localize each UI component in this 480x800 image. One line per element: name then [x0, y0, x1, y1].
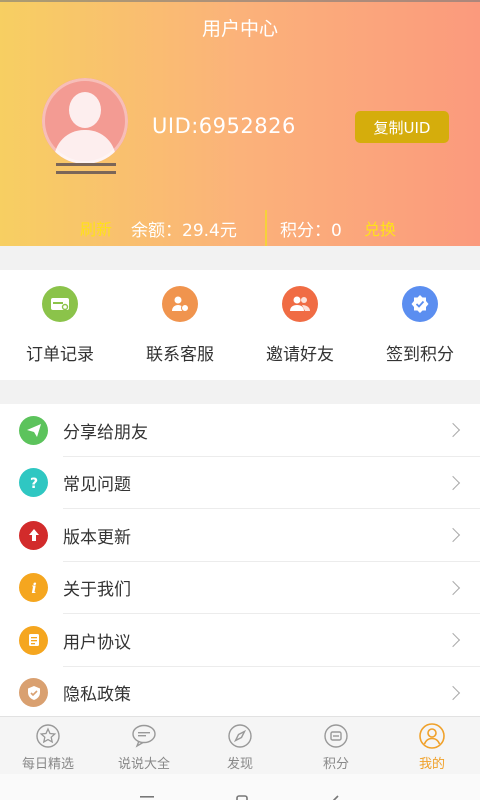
order-record-icon — [42, 286, 78, 322]
tab-quotes[interactable]: 说说大全 — [96, 717, 192, 774]
menu-item-label: 隐私政策 — [63, 685, 131, 706]
privacy-icon — [19, 678, 48, 708]
menu-item-faq[interactable]: ? 常见问题 — [0, 457, 480, 509]
avatar[interactable] — [42, 78, 128, 164]
quick-label: 联系客服 — [146, 345, 214, 365]
menu-item-share[interactable]: 分享给朋友 — [0, 404, 480, 457]
quick-label: 订单记录 — [26, 345, 94, 365]
refresh-link[interactable]: 刷新 — [80, 216, 112, 240]
settings-menu: 分享给朋友 ? 常见问题 版本更新 i 关于我们 用户协议 隐私政策 — [0, 404, 480, 716]
update-icon — [19, 520, 48, 550]
chat-icon — [131, 723, 157, 749]
menu-item-label: 版本更新 — [63, 527, 131, 548]
checkin-points-icon — [402, 286, 438, 322]
customer-service-icon — [162, 286, 198, 322]
chevron-right-icon — [445, 580, 461, 595]
avatar-ring — [42, 78, 128, 164]
quick-invite-friends[interactable]: 邀请好友 — [240, 270, 360, 380]
uid-text: UID:6952826 — [152, 114, 296, 138]
chevron-right-icon — [445, 423, 461, 438]
points-icon — [323, 723, 349, 749]
chevron-right-icon — [445, 475, 461, 490]
chevron-right-icon — [445, 528, 461, 543]
menu-item-label: 分享给朋友 — [63, 422, 148, 443]
quick-label: 邀请好友 — [266, 345, 334, 365]
user-icon — [419, 723, 445, 749]
balance-text: 余额：29.4元 — [131, 221, 237, 241]
tab-label: 说说大全 — [117, 757, 170, 772]
invite-friends-icon — [282, 286, 318, 322]
tab-label: 积分 — [322, 757, 349, 772]
tab-discover[interactable]: 发现 — [192, 717, 288, 774]
menu-item-label: 关于我们 — [63, 580, 131, 601]
tab-points[interactable]: 积分 — [288, 717, 384, 774]
back-nav-icon[interactable] — [329, 790, 341, 800]
quick-actions: 订单记录 联系客服 邀请好友 签到积分 — [0, 270, 480, 380]
chevron-right-icon — [445, 633, 461, 648]
profile-header: 用户中心 UID:6952826 复制UID 刷新 余额：29.4元 积分：0 … — [0, 0, 480, 246]
tab-label: 发现 — [226, 757, 253, 772]
star-icon — [35, 723, 61, 749]
quick-checkin-points[interactable]: 签到积分 — [360, 270, 480, 380]
svg-text:i: i — [31, 581, 36, 596]
menu-item-label: 用户协议 — [63, 632, 131, 653]
quick-customer-service[interactable]: 联系客服 — [120, 270, 240, 380]
tab-daily-picks[interactable]: 每日精选 — [0, 717, 96, 774]
system-navigation-bar — [0, 774, 480, 800]
bottom-tab-bar: 每日精选 说说大全 发现 积分 我的 — [0, 716, 480, 774]
share-icon — [19, 415, 48, 445]
compass-icon — [227, 723, 253, 749]
quick-label: 签到积分 — [386, 345, 454, 365]
points-text: 积分：0 — [280, 221, 342, 241]
menu-item-update[interactable]: 版本更新 — [0, 509, 480, 562]
tab-mine[interactable]: 我的 — [384, 717, 480, 774]
menu-item-agreement[interactable]: 用户协议 — [0, 614, 480, 667]
account-stats: 刷新 余额：29.4元 积分：0 兑换 — [0, 210, 480, 246]
menu-nav-icon[interactable] — [139, 790, 155, 800]
svg-text:?: ? — [29, 476, 37, 491]
agreement-icon — [19, 625, 48, 655]
tab-label: 每日精选 — [21, 757, 74, 772]
page-title: 用户中心 — [201, 18, 278, 40]
quick-order-record[interactable]: 订单记录 — [0, 270, 120, 380]
username-placeholder-bar — [56, 171, 116, 174]
menu-item-privacy[interactable]: 隐私政策 — [0, 667, 480, 717]
chevron-right-icon — [445, 685, 461, 700]
menu-item-about[interactable]: i 关于我们 — [0, 562, 480, 614]
username-placeholder-bar — [56, 163, 116, 166]
menu-item-label: 常见问题 — [63, 475, 131, 496]
status-bar-line — [0, 0, 480, 2]
question-icon: ? — [19, 468, 48, 498]
stats-divider — [265, 210, 267, 246]
home-nav-icon[interactable] — [235, 790, 249, 800]
exchange-link[interactable]: 兑换 — [364, 216, 396, 240]
copy-uid-button[interactable]: 复制UID — [355, 111, 449, 143]
tab-label: 我的 — [418, 757, 445, 772]
info-icon: i — [19, 573, 48, 603]
